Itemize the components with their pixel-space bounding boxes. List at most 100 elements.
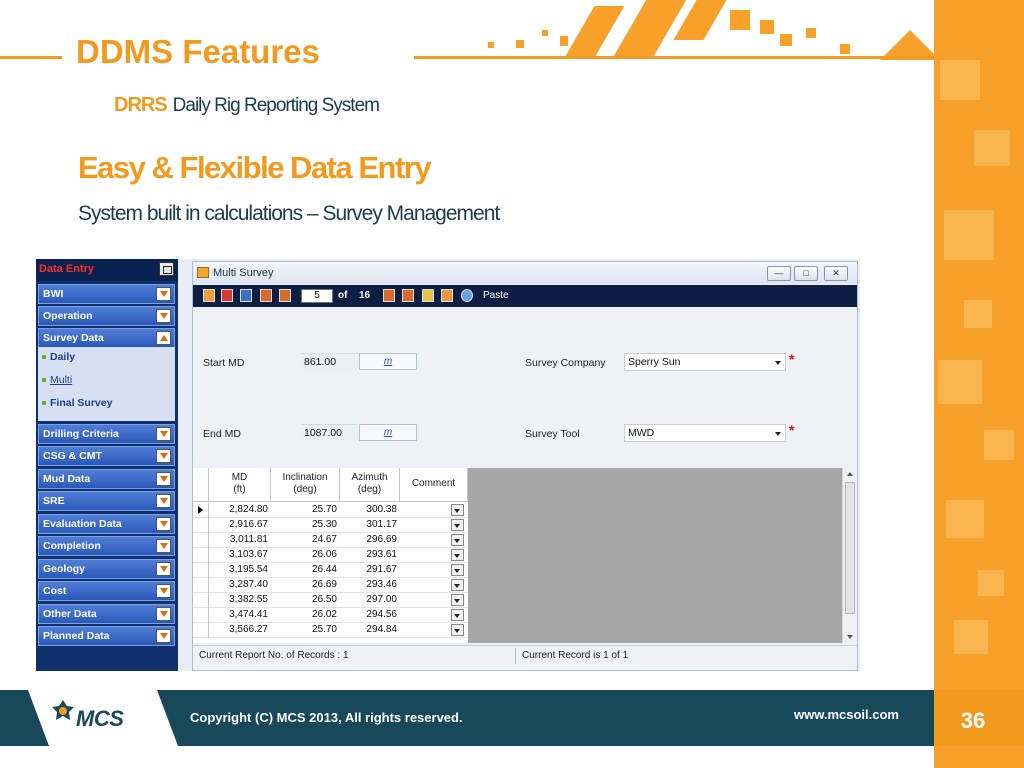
comment-dropdown-icon[interactable] <box>451 594 464 606</box>
paste-button[interactable]: Paste <box>483 290 509 301</box>
chevron-down-icon[interactable] <box>156 472 171 486</box>
table-row[interactable]: 3,195.54 26.44 291.67 <box>193 563 468 578</box>
close-icon[interactable]: ✕ <box>824 266 848 281</box>
sidebar-item-mud-data[interactable]: Mud Data <box>38 469 175 489</box>
column-header-md[interactable]: MD (ft) <box>209 468 271 502</box>
website-link[interactable]: www.mcsoil.com <box>794 707 899 722</box>
chevron-down-icon[interactable] <box>156 449 171 463</box>
new-record-icon[interactable] <box>203 289 215 302</box>
record-number-input[interactable]: 5 <box>301 289 333 303</box>
column-header-azimuth[interactable]: Azimuth (deg) <box>340 468 400 502</box>
table-row[interactable]: 3,011.81 24.67 296.69 <box>193 533 468 548</box>
comment-dropdown-icon[interactable] <box>451 564 464 576</box>
comment-dropdown-icon[interactable] <box>451 519 464 531</box>
scroll-up-icon[interactable] <box>847 472 853 476</box>
cell-azimuth[interactable]: 291.67 <box>340 564 397 577</box>
cell-azimuth[interactable]: 301.17 <box>340 519 397 532</box>
cell-md[interactable]: 3,382.55 <box>209 594 268 607</box>
table-row[interactable]: 2,824.80 25.70 300.38 <box>193 503 468 518</box>
table-row[interactable]: 3,103.67 26.06 293.61 <box>193 548 468 563</box>
sidebar-item-cost[interactable]: Cost <box>38 581 175 601</box>
cell-md[interactable]: 3,011.81 <box>209 534 268 547</box>
column-header-inclination[interactable]: Inclination (deg) <box>271 468 340 502</box>
chevron-down-icon[interactable] <box>156 517 171 531</box>
submenu-item-final-survey[interactable]: Final Survey <box>42 397 112 409</box>
cell-md[interactable]: 2,916.67 <box>209 519 268 532</box>
survey-tool-select[interactable]: MWD <box>624 424 786 442</box>
cell-md[interactable]: 3,566.27 <box>209 624 268 637</box>
chevron-down-icon[interactable] <box>775 361 781 365</box>
start-md-field[interactable]: 861.00 <box>301 353 357 370</box>
sidebar-item-other-data[interactable]: Other Data <box>38 604 175 624</box>
scroll-down-icon[interactable] <box>847 635 853 639</box>
row-selector[interactable] <box>193 623 209 638</box>
table-row[interactable]: 3,566.27 25.70 294.84 <box>193 623 468 638</box>
table-row[interactable]: 3,287.40 26.69 293.46 <box>193 578 468 593</box>
cell-inclination[interactable]: 26.02 <box>271 609 337 622</box>
chevron-down-icon[interactable] <box>156 309 171 323</box>
restore-icon[interactable]: □ <box>794 266 818 281</box>
row-selector[interactable] <box>193 533 209 548</box>
row-selector[interactable] <box>193 548 209 563</box>
sidebar-item-drilling-criteria[interactable]: Drilling Criteria <box>38 424 175 444</box>
row-selector[interactable] <box>193 578 209 593</box>
end-md-field[interactable]: 1087.00 <box>301 424 357 441</box>
chevron-down-icon[interactable] <box>156 427 171 441</box>
comment-dropdown-icon[interactable] <box>451 624 464 636</box>
cell-inclination[interactable]: 24.67 <box>271 534 337 547</box>
row-selector[interactable] <box>193 563 209 578</box>
chevron-down-icon[interactable] <box>156 494 171 508</box>
cell-inclination[interactable]: 25.70 <box>271 624 337 637</box>
cell-azimuth[interactable]: 293.46 <box>340 579 397 592</box>
chevron-down-icon[interactable] <box>156 607 171 621</box>
end-md-unit[interactable]: m <box>359 424 417 441</box>
comment-dropdown-icon[interactable] <box>451 609 464 621</box>
comment-dropdown-icon[interactable] <box>451 579 464 591</box>
chevron-down-icon[interactable] <box>156 584 171 598</box>
chevron-down-icon[interactable] <box>775 432 781 436</box>
comment-dropdown-icon[interactable] <box>451 504 464 516</box>
cell-azimuth[interactable]: 297.00 <box>340 594 397 607</box>
sidebar-item-completion[interactable]: Completion <box>38 536 175 556</box>
cell-md[interactable]: 3,287.40 <box>209 579 268 592</box>
cell-md[interactable]: 3,474.41 <box>209 609 268 622</box>
table-row[interactable]: 3,382.55 26.50 297.00 <box>193 593 468 608</box>
comment-dropdown-icon[interactable] <box>451 549 464 561</box>
table-row[interactable]: 3,474.41 26.02 294.56 <box>193 608 468 623</box>
row-selector[interactable] <box>193 593 209 608</box>
cell-inclination[interactable]: 25.30 <box>271 519 337 532</box>
cell-inclination[interactable]: 25.70 <box>271 504 337 517</box>
cell-inclination[interactable]: 26.44 <box>271 564 337 577</box>
sidebar-item-planned-data[interactable]: Planned Data <box>38 626 175 646</box>
sidebar-item-geology[interactable]: Geology <box>38 559 175 579</box>
first-record-icon[interactable] <box>260 289 272 302</box>
cell-azimuth[interactable]: 294.56 <box>340 609 397 622</box>
cell-azimuth[interactable]: 294.84 <box>340 624 397 637</box>
cell-inclination[interactable]: 26.50 <box>271 594 337 607</box>
sidebar-item-survey-data[interactable]: Survey Data <box>38 328 175 348</box>
sidebar-item-operation[interactable]: Operation <box>38 306 175 326</box>
submenu-item-multi[interactable]: Multi <box>42 374 72 386</box>
cell-azimuth[interactable]: 296.69 <box>340 534 397 547</box>
delete-record-icon[interactable] <box>221 289 233 302</box>
last-record-icon[interactable] <box>402 289 414 302</box>
cell-azimuth[interactable]: 293.61 <box>340 549 397 562</box>
previous-record-icon[interactable] <box>279 289 291 302</box>
start-md-unit[interactable]: m <box>359 353 417 370</box>
chevron-down-icon[interactable] <box>156 287 171 301</box>
next-record-icon[interactable] <box>383 289 395 302</box>
chevron-down-icon[interactable] <box>156 562 171 576</box>
minimize-icon[interactable]: — <box>767 266 791 281</box>
table-row[interactable]: 2,916.67 25.30 301.17 <box>193 518 468 533</box>
survey-company-select[interactable]: Sperry Sun <box>624 353 786 371</box>
submenu-item-daily[interactable]: Daily <box>42 351 75 363</box>
chevron-down-icon[interactable] <box>156 629 171 643</box>
chevron-up-icon[interactable] <box>156 331 171 345</box>
cell-inclination[interactable]: 26.06 <box>271 549 337 562</box>
cell-inclination[interactable]: 26.69 <box>271 579 337 592</box>
comment-dropdown-icon[interactable] <box>451 534 464 546</box>
cell-md[interactable]: 3,195.54 <box>209 564 268 577</box>
cell-md[interactable]: 3,103.67 <box>209 549 268 562</box>
grid-vertical-scrollbar[interactable] <box>842 468 857 643</box>
chevron-down-icon[interactable] <box>156 539 171 553</box>
